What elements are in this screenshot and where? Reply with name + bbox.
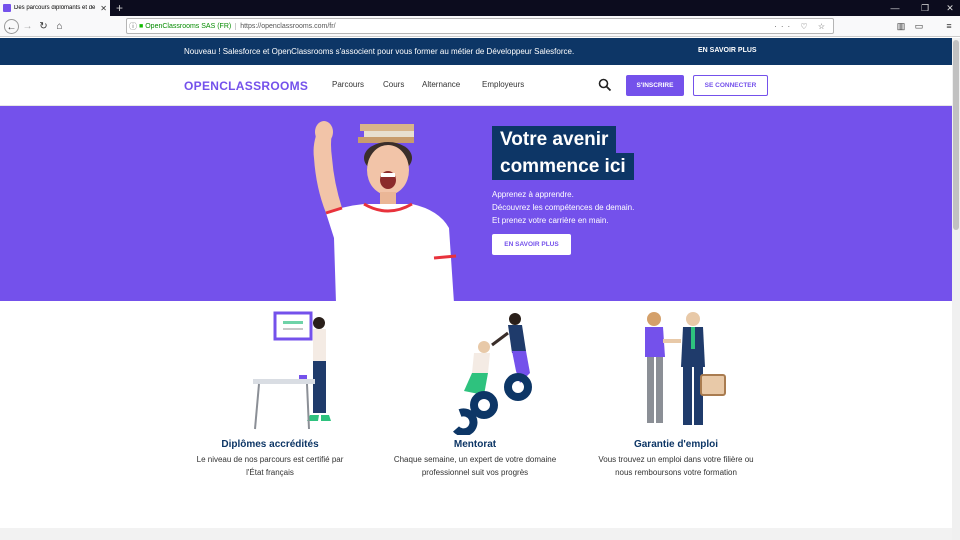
sidebar-icon[interactable]: ▭ xyxy=(912,19,926,34)
next-section-edge xyxy=(0,528,952,540)
lock-icon: ■ xyxy=(139,22,144,30)
info-icon[interactable]: ⓘ xyxy=(127,21,139,32)
hero-subtitle-line1: Apprenez à apprendre. xyxy=(492,190,574,199)
nav-link-cours[interactable]: Cours xyxy=(383,80,404,89)
feature-description-line1: Vous trouvez un emploi dans votre filièr… xyxy=(598,455,754,464)
feature-title: Mentorat xyxy=(453,439,497,450)
scrollbar-thumb[interactable] xyxy=(953,40,959,230)
menu-icon[interactable]: ≡ xyxy=(942,19,956,34)
announcement-banner: Nouveau ! Salesforce et OpenClassrooms s… xyxy=(0,38,952,65)
feature-description-line1: Le niveau de nos parcours est certifié p… xyxy=(196,455,344,464)
signup-button[interactable]: S'INSCRIRE xyxy=(626,75,684,96)
hero-subtitle-line2: Découvrez les compétences de demain. xyxy=(492,203,635,212)
search-icon[interactable] xyxy=(598,78,612,92)
feature-job-guarantee: Garantie d'emploi Vous trouvez un emploi… xyxy=(581,311,771,501)
hero-title-line1: Votre avenir xyxy=(492,126,617,153)
diploma-illustration xyxy=(253,311,331,430)
nav-link-employeurs[interactable]: Employeurs xyxy=(482,80,524,89)
minimize-button[interactable]: — xyxy=(880,0,910,16)
library-icon[interactable]: ▥ xyxy=(894,19,908,34)
favicon-icon xyxy=(3,4,11,12)
window-close-button[interactable]: ✕ xyxy=(935,0,960,16)
hero-title: Votre avenir commence ici xyxy=(492,126,634,180)
address-bar[interactable]: ⓘ ■ OpenClassrooms SAS (FR) https://open… xyxy=(126,18,834,34)
browser-tab[interactable]: Des parcours diplômants et de ✕ xyxy=(0,0,110,16)
feature-description: Le niveau de nos parcours est certifié p… xyxy=(175,453,365,479)
reload-icon[interactable]: ↻ xyxy=(36,19,51,34)
feature-title: Diplômes accrédités xyxy=(221,439,319,450)
feature-description-line2: l'État français xyxy=(246,468,294,477)
feature-description-line2: nous remboursons votre formation xyxy=(615,468,737,477)
feature-diplomas: Diplômes accrédités Le niveau de nos par… xyxy=(175,311,365,501)
site-header: OPENCLASSROOMS Parcours Cours Alternance… xyxy=(0,65,952,106)
new-tab-button[interactable]: + xyxy=(116,1,123,15)
feature-description: Vous trouvez un emploi dans votre filièr… xyxy=(581,453,771,479)
url-text[interactable]: https://openclassrooms.com/fr/ xyxy=(240,23,774,30)
hero-student-illustration xyxy=(313,121,457,301)
hero-title-line2: commence ici xyxy=(492,153,634,180)
banner-learn-more-link[interactable]: EN SAVOIR PLUS xyxy=(698,47,757,54)
handshake-illustration xyxy=(645,312,726,425)
feature-mentoring: Mentorat Chaque semaine, un expert de vo… xyxy=(380,311,570,501)
tab-title: Des parcours diplômants et de xyxy=(14,5,96,11)
home-icon[interactable]: ⌂ xyxy=(52,19,67,34)
nav-link-parcours[interactable]: Parcours xyxy=(332,80,364,89)
hero-subtitle-line3: Et prenez votre carrière en main. xyxy=(492,216,609,225)
page-actions-icons[interactable]: ··· ♡ ☆ xyxy=(774,22,833,31)
back-arrow-icon[interactable]: ← xyxy=(4,19,19,34)
feature-title: Garantie d'emploi xyxy=(633,439,719,450)
hero-learn-more-button[interactable]: EN SAVOIR PLUS xyxy=(492,234,571,255)
page-content: Nouveau ! Salesforce et OpenClassrooms s… xyxy=(0,38,952,540)
banner-message: Nouveau ! Salesforce et OpenClassrooms s… xyxy=(184,47,575,56)
nav-link-alternance[interactable]: Alternance xyxy=(422,80,460,89)
mentoring-illustration xyxy=(453,313,532,435)
site-logo[interactable]: OPENCLASSROOMS xyxy=(184,79,308,93)
forward-arrow-icon[interactable]: → xyxy=(20,19,35,34)
feature-description-line1: Chaque semaine, un expert de votre domai… xyxy=(393,455,557,464)
browser-toolbar: ← → ↻ ⌂ ⓘ ■ OpenClassrooms SAS (FR) http… xyxy=(0,16,960,37)
login-button[interactable]: SE CONNECTER xyxy=(693,75,768,96)
tab-close-icon[interactable]: ✕ xyxy=(100,4,107,13)
feature-description-line2: professionnel suit vos progrès xyxy=(421,468,529,477)
certificate-label: OpenClassrooms SAS (FR) xyxy=(145,22,237,30)
hero-subtitle: Apprenez à apprendre. Découvrez les comp… xyxy=(492,188,634,227)
hero-section: Votre avenir commence ici Apprenez à app… xyxy=(0,106,952,301)
feature-description: Chaque semaine, un expert de votre domai… xyxy=(380,453,570,479)
browser-tabbar: Des parcours diplômants et de ✕ + — ❐ ✕ xyxy=(0,0,960,16)
